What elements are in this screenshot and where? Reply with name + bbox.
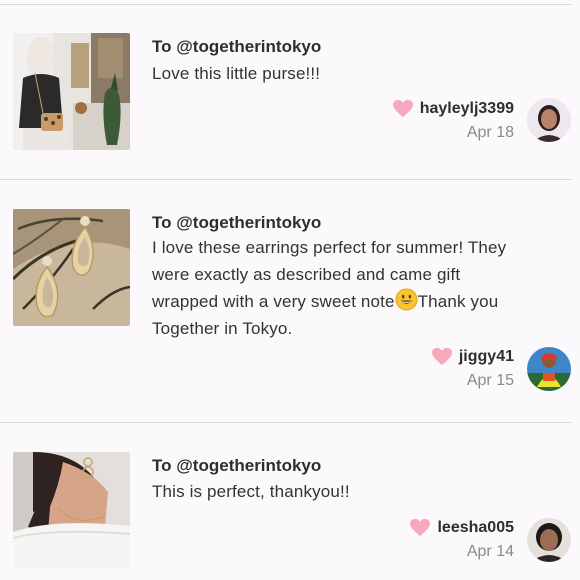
heart-icon[interactable] [392, 99, 414, 118]
comment-line: I love these earrings perfect for summer… [152, 238, 507, 257]
review-date: Apr 14 [466, 543, 514, 560]
review-photo-thumbnail[interactable] [13, 452, 130, 569]
review-author: jiggy41 [431, 347, 514, 366]
divider [0, 179, 572, 180]
review-date: Apr 18 [466, 124, 514, 141]
review-recipient: To @togetherintokyo [152, 37, 322, 56]
review-author: leesha005 [409, 518, 514, 537]
review-comment: Love this little purse!!! [152, 64, 321, 83]
review-recipient: To @togetherintokyo [152, 456, 322, 475]
divider [0, 422, 572, 423]
username-link[interactable]: hayleylj3399 [420, 100, 514, 118]
model-photo-icon [13, 452, 130, 569]
review-comment: This is perfect, thankyou!! [152, 482, 350, 501]
comment-line: wrapped with a very sweet note Thank you [152, 288, 567, 316]
grinning-face-icon [395, 288, 418, 311]
user-avatar[interactable] [527, 98, 571, 142]
username-link[interactable]: jiggy41 [459, 348, 514, 366]
review-comment: I love these earrings perfect for summer… [152, 235, 567, 342]
review-date: Apr 15 [466, 372, 514, 389]
user-avatar[interactable] [527, 518, 571, 562]
purse-photo-icon [13, 33, 130, 150]
user-avatar[interactable] [527, 347, 571, 391]
comment-text: Thank you [417, 292, 499, 311]
review-photo-thumbnail[interactable] [13, 209, 130, 326]
comment-line: were exactly as described and came gift [152, 264, 461, 284]
heart-icon[interactable] [409, 518, 431, 537]
earrings-photo-icon [13, 209, 130, 326]
review-photo-thumbnail[interactable] [13, 33, 130, 150]
username-link[interactable]: leesha005 [437, 519, 514, 537]
heart-icon[interactable] [431, 347, 453, 366]
comment-line: Together in Tokyo. [152, 318, 293, 338]
divider [0, 4, 572, 5]
user-avatar-icon [527, 518, 571, 562]
user-avatar-icon [527, 347, 571, 391]
review-author: hayleylj3399 [392, 99, 514, 118]
comment-text: wrapped with a very sweet note [152, 292, 395, 311]
user-avatar-icon [527, 98, 571, 142]
review-recipient: To @togetherintokyo [152, 213, 322, 232]
